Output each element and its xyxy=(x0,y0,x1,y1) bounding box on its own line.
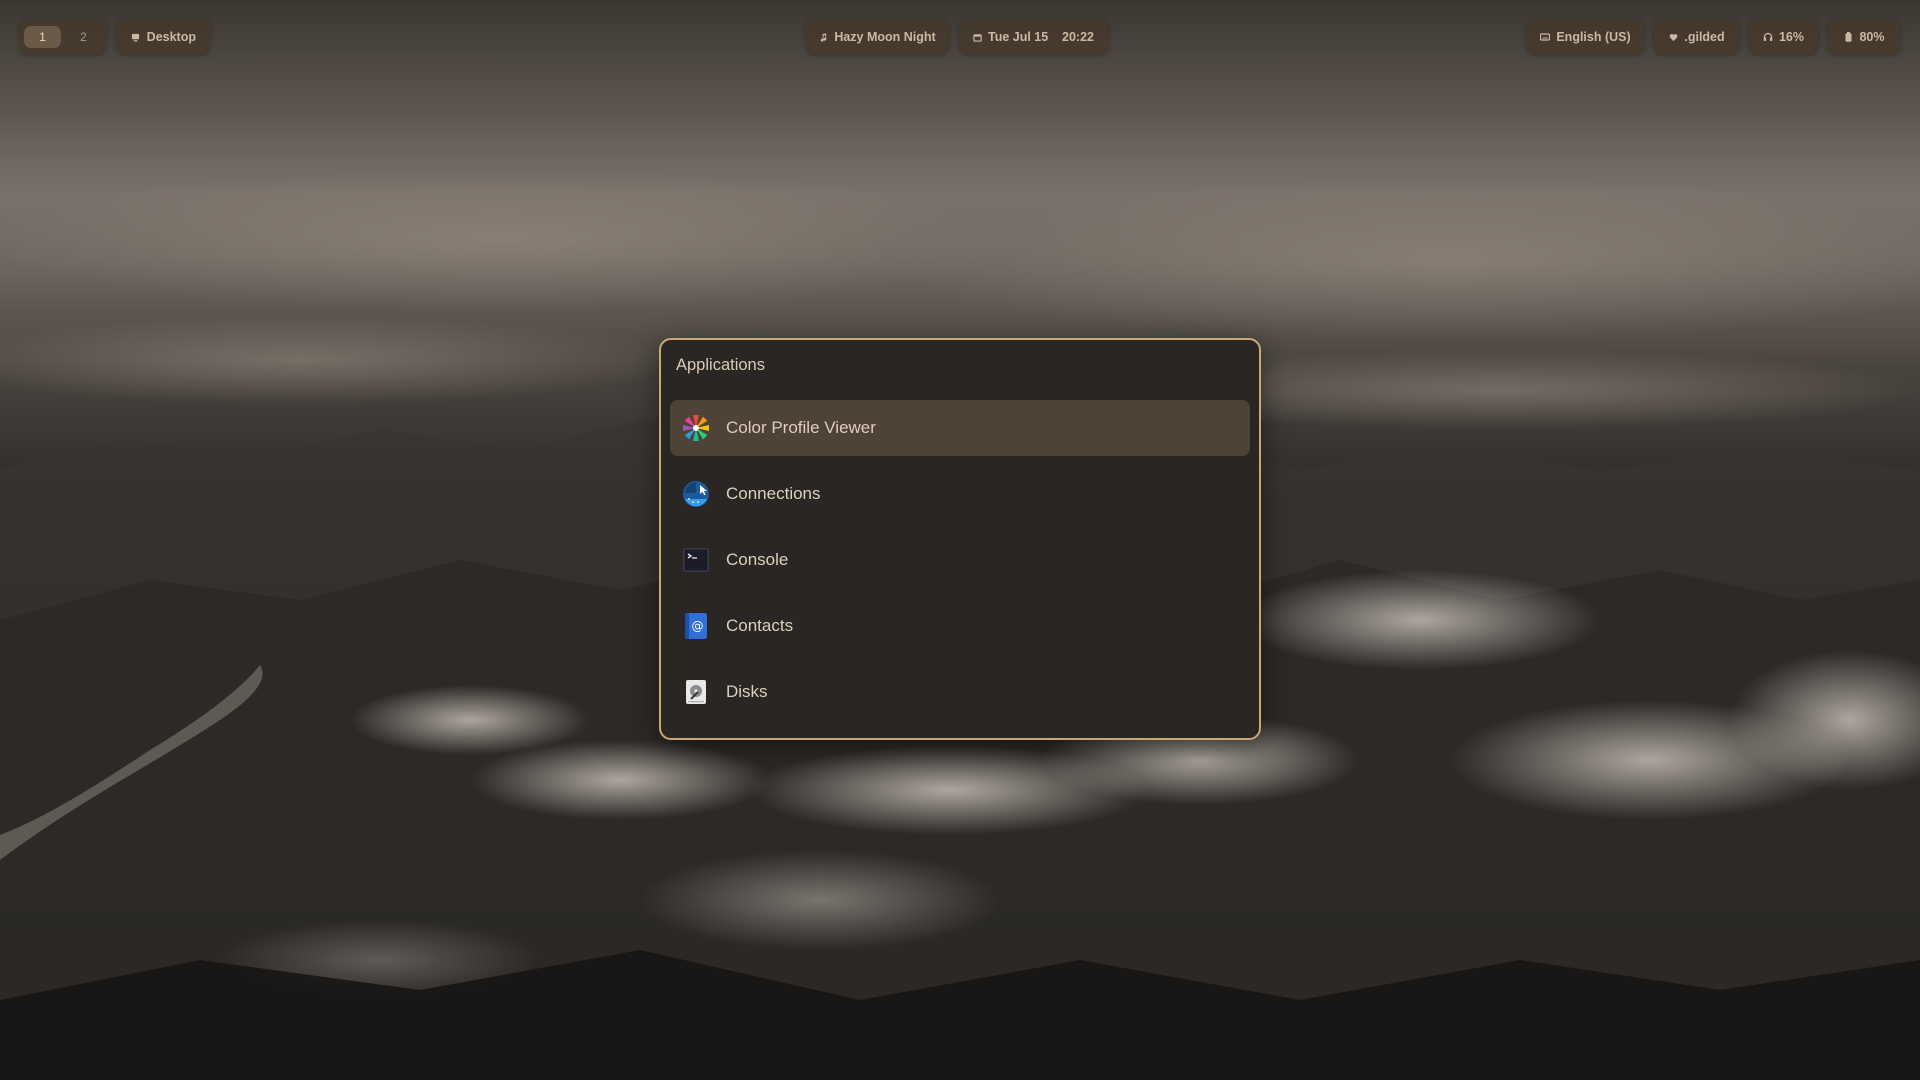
theme-label: .gilded xyxy=(1684,30,1725,44)
app-launcher: Applications Color Profile Viewer Connec… xyxy=(659,338,1261,740)
remote-desktop-icon xyxy=(681,479,711,509)
clock-date: Tue Jul 15 xyxy=(988,30,1049,44)
desktop-button[interactable]: Desktop xyxy=(117,20,210,54)
heart-icon xyxy=(1668,32,1678,42)
app-item-color-profile-viewer[interactable]: Color Profile Viewer xyxy=(670,400,1250,456)
clock-widget[interactable]: Tue Jul 15 20:22 xyxy=(959,20,1108,54)
battery-icon xyxy=(1843,32,1853,42)
media-player-widget[interactable]: Hazy Moon Night xyxy=(806,20,949,54)
app-item-connections[interactable]: Connections xyxy=(670,466,1250,522)
keyboard-layout-widget[interactable]: English (US) xyxy=(1527,20,1644,54)
app-item-label: Connections xyxy=(726,484,821,503)
desktop-icon xyxy=(131,32,141,42)
headphones-icon xyxy=(1763,32,1773,42)
music-note-icon xyxy=(819,32,828,42)
app-list: Color Profile Viewer Connections Console… xyxy=(670,400,1250,730)
volume-value: 16% xyxy=(1778,30,1805,44)
volume-widget[interactable]: 16% xyxy=(1749,20,1818,54)
address-book-icon: @ xyxy=(681,611,711,641)
app-item-label: Console xyxy=(726,550,789,569)
song-title: Hazy Moon Night xyxy=(834,30,936,44)
app-item-contacts[interactable]: @ Contacts xyxy=(670,598,1250,654)
desktop-label: Desktop xyxy=(146,30,196,44)
color-wheel-icon xyxy=(681,413,711,443)
battery-value: 80% xyxy=(1859,30,1885,44)
desktop: 1 2 Desktop Hazy Moon Night Tue Jul 15 2… xyxy=(0,0,1920,1080)
workspace-switcher: 1 2 xyxy=(20,20,106,54)
keyboard-icon xyxy=(1540,32,1551,42)
app-item-disks[interactable]: Disks xyxy=(670,664,1250,720)
workspace-button-1[interactable]: 1 xyxy=(24,26,61,48)
app-item-label: Color Profile Viewer xyxy=(726,418,876,437)
language-label: English (US) xyxy=(1556,30,1631,44)
battery-widget[interactable]: 80% xyxy=(1828,20,1900,54)
app-item-label: Contacts xyxy=(726,616,794,635)
terminal-icon xyxy=(681,545,711,575)
workspace-button-2[interactable]: 2 xyxy=(65,26,102,48)
clock-time: 20:22 xyxy=(1062,30,1094,44)
launcher-title: Applications xyxy=(676,356,765,374)
svg-text:@: @ xyxy=(692,619,704,633)
disk-utility-icon xyxy=(681,677,711,707)
calendar-icon xyxy=(973,32,982,42)
theme-widget[interactable]: .gilded xyxy=(1654,20,1739,54)
app-item-console[interactable]: Console xyxy=(670,532,1250,588)
app-item-label: Disks xyxy=(726,682,768,701)
